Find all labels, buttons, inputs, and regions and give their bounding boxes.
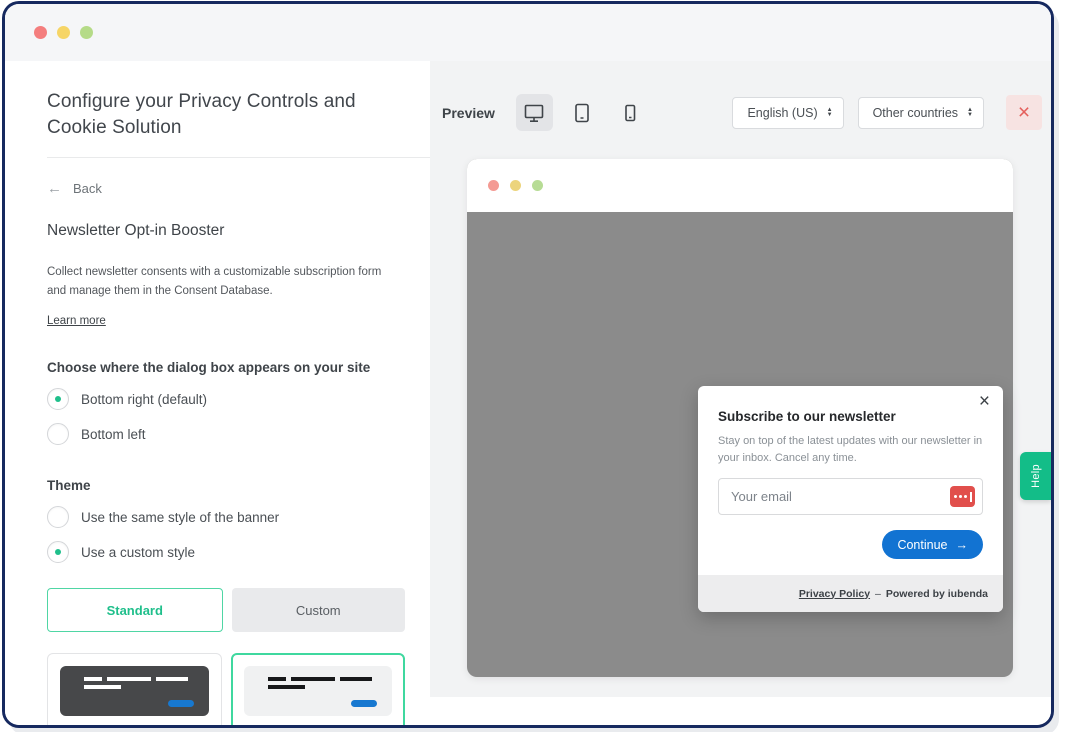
position-question: Choose where the dialog box appears on y…: [47, 360, 410, 375]
countries-select-value: Other countries: [873, 106, 958, 120]
newsletter-dialog: × Subscribe to our newsletter Stay on to…: [698, 386, 1003, 612]
mock-traffic-yellow-icon: [510, 180, 521, 191]
preview-toolbar: Preview: [442, 94, 1042, 131]
arrow-right-icon: →: [956, 538, 969, 552]
help-tab-label: Help: [1029, 464, 1041, 488]
help-tab[interactable]: Help: [1020, 452, 1051, 500]
light-banner-preview: [244, 666, 393, 716]
device-tablet-button[interactable]: [564, 94, 601, 131]
preview-panel: Preview: [430, 61, 1051, 725]
radio-label: Use a custom style: [81, 545, 195, 560]
close-icon: ×: [1018, 101, 1030, 125]
feature-description: Collect newsletter consents with a custo…: [47, 263, 399, 300]
preview-surface: Preview: [430, 61, 1051, 697]
dialog-close-icon[interactable]: ×: [979, 392, 990, 411]
feature-title: Newsletter Opt-in Booster: [47, 222, 410, 240]
dialog-description: Stay on top of the latest updates with o…: [718, 433, 983, 466]
continue-label: Continue: [897, 538, 947, 552]
close-preview-button[interactable]: ×: [1006, 95, 1042, 130]
continue-button[interactable]: Continue →: [882, 530, 983, 559]
title-divider: [47, 157, 430, 158]
back-label: Back: [73, 181, 102, 196]
radio-label: Bottom right (default): [81, 392, 207, 407]
radio-label: Bottom left: [81, 427, 146, 442]
traffic-light-green-icon[interactable]: [80, 26, 93, 39]
preview-label: Preview: [442, 105, 495, 121]
banner-button-placeholder: [168, 700, 194, 707]
window-titlebar: [5, 4, 1051, 61]
style-tabs: Standard Custom: [47, 588, 405, 632]
page-title: Configure your Privacy Controls and Cook…: [47, 89, 410, 141]
email-field[interactable]: [718, 478, 983, 515]
device-mobile-button[interactable]: [612, 94, 649, 131]
radio-custom-style[interactable]: Use a custom style: [47, 541, 410, 563]
dialog-footer: Privacy Policy – Powered by iubenda: [698, 575, 1003, 612]
powered-by-text: Powered by iubenda: [886, 588, 988, 600]
traffic-light-red-icon[interactable]: [34, 26, 47, 39]
language-select-value: English (US): [747, 106, 817, 120]
radio-label: Use the same style of the banner: [81, 510, 279, 525]
footer-separator: –: [875, 588, 881, 600]
updown-arrows-icon: ▲▼: [827, 108, 833, 118]
back-arrow-icon: ←: [47, 180, 62, 197]
learn-more-link[interactable]: Learn more: [47, 315, 106, 327]
radio-bottom-right[interactable]: Bottom right (default): [47, 388, 410, 410]
radio-selected-icon[interactable]: [47, 541, 69, 563]
back-button[interactable]: ← Back: [47, 180, 410, 197]
site-preview-mock: × Subscribe to our newsletter Stay on to…: [467, 159, 1013, 677]
mobile-icon: [618, 101, 642, 125]
traffic-light-yellow-icon[interactable]: [57, 26, 70, 39]
updown-arrows-icon: ▲▼: [967, 108, 973, 118]
dark-banner-preview: [60, 666, 209, 716]
radio-unselected-icon[interactable]: [47, 506, 69, 528]
radio-bottom-left[interactable]: Bottom left: [47, 423, 410, 445]
theme-cards: Dark Light: [47, 653, 405, 725]
privacy-policy-link[interactable]: Privacy Policy: [799, 588, 870, 600]
language-select[interactable]: English (US) ▲▼: [732, 97, 843, 129]
app-window: Configure your Privacy Controls and Cook…: [5, 4, 1051, 725]
device-desktop-button[interactable]: [516, 94, 553, 131]
theme-heading: Theme: [47, 478, 410, 493]
banner-button-placeholder: [351, 700, 377, 707]
config-panel: Configure your Privacy Controls and Cook…: [5, 61, 430, 725]
tab-custom[interactable]: Custom: [232, 588, 406, 632]
mock-traffic-green-icon: [532, 180, 543, 191]
radio-same-style[interactable]: Use the same style of the banner: [47, 506, 410, 528]
mock-traffic-red-icon: [488, 180, 499, 191]
tablet-icon: [570, 101, 594, 125]
password-manager-icon[interactable]: [950, 486, 975, 507]
radio-selected-icon[interactable]: [47, 388, 69, 410]
theme-card-light[interactable]: Light: [231, 653, 406, 725]
theme-card-dark[interactable]: Dark: [47, 653, 222, 725]
radio-unselected-icon[interactable]: [47, 423, 69, 445]
countries-select[interactable]: Other countries ▲▼: [858, 97, 984, 129]
mock-browser-titlebar: [467, 159, 1013, 212]
dialog-title: Subscribe to our newsletter: [718, 409, 983, 424]
desktop-icon: [522, 101, 546, 125]
tab-standard[interactable]: Standard: [47, 588, 223, 632]
